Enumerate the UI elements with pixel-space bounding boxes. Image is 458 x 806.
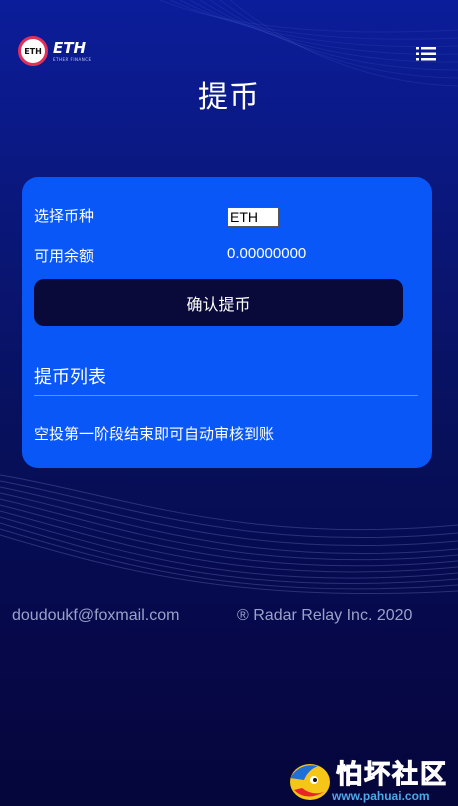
footer-copyright: ® Radar Relay Inc. 2020 bbox=[237, 607, 413, 624]
divider bbox=[34, 395, 418, 396]
confirm-withdraw-button[interactable]: 确认提币 bbox=[34, 279, 403, 326]
logo[interactable]: ETH ETH ETHER FINANCE bbox=[18, 36, 92, 66]
coin-select[interactable]: ETH bbox=[227, 207, 279, 227]
header: ETH ETH ETHER FINANCE 提币 bbox=[0, 0, 458, 140]
watermark-title: 怕坏社区 bbox=[335, 760, 449, 791]
logo-badge-icon: ETH bbox=[18, 36, 48, 66]
site-watermark: 怕坏社区 www.pahuai.com bbox=[280, 752, 458, 806]
airdrop-notice: 空投第一阶段结束即可自动审核到账 bbox=[34, 425, 275, 443]
page-title: 提币 bbox=[198, 80, 260, 115]
balance-label: 可用余额 bbox=[34, 247, 95, 265]
background-wave-mid bbox=[0, 474, 458, 595]
logo-text: ETH bbox=[53, 38, 87, 57]
watermark-url: www.pahuai.com bbox=[332, 789, 430, 803]
balance-value: 0.00000000 bbox=[227, 245, 307, 262]
logo-text-group: ETH ETHER FINANCE bbox=[53, 38, 92, 62]
withdraw-list-title: 提币列表 bbox=[34, 367, 106, 388]
footer-email[interactable]: doudoukf@foxmail.com bbox=[12, 607, 179, 625]
coin-label: 选择币种 bbox=[34, 207, 95, 225]
mascot-icon bbox=[290, 764, 330, 800]
logo-subtext: ETHER FINANCE bbox=[53, 56, 92, 62]
menu-list-icon[interactable] bbox=[416, 46, 436, 62]
